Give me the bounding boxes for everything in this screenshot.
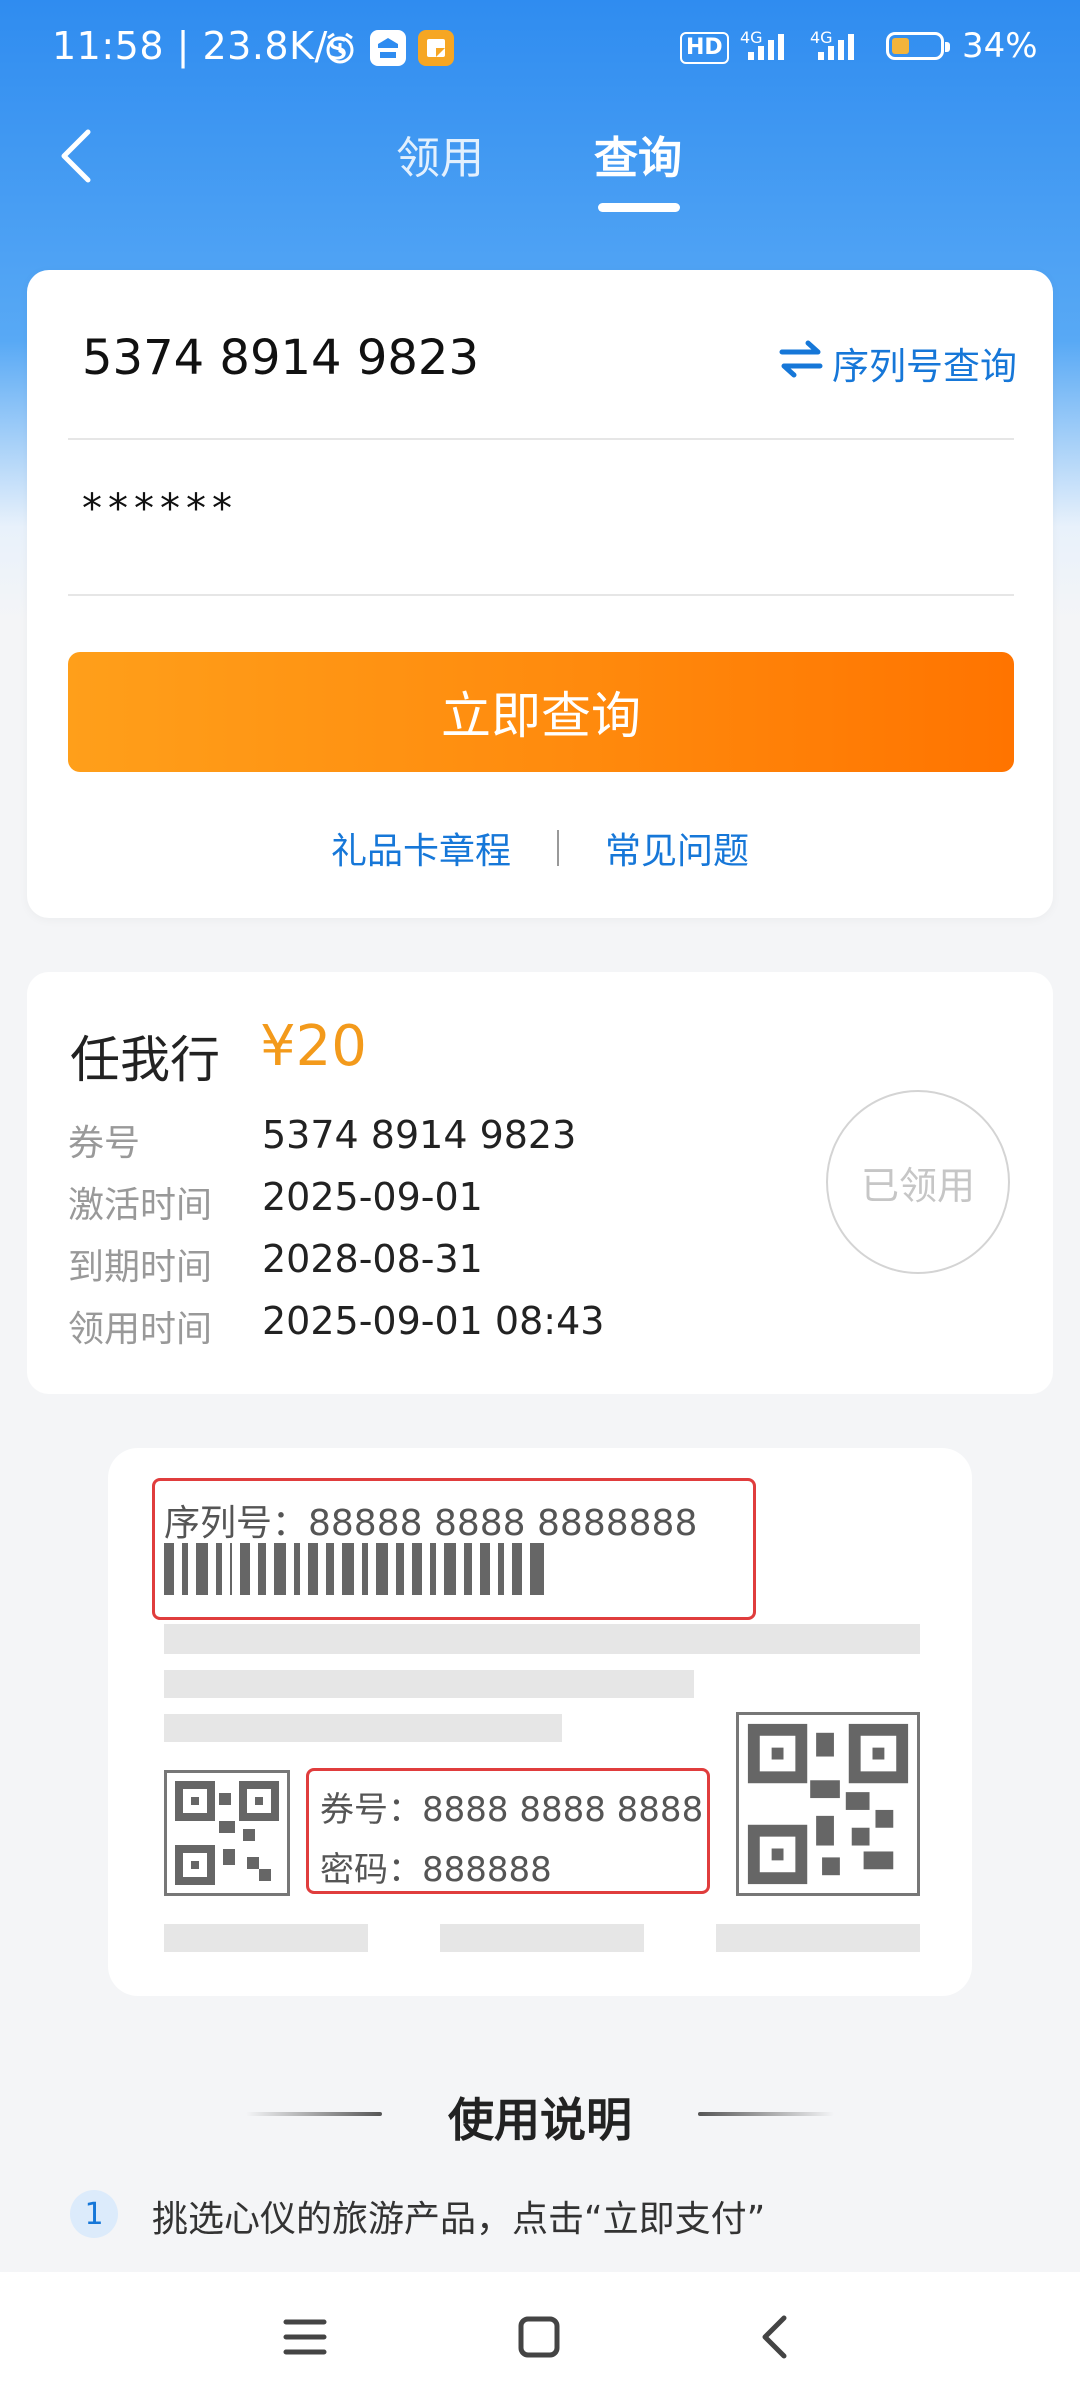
placeholder-bar xyxy=(440,1924,644,1952)
step-number-badge: 1 xyxy=(70,2190,118,2238)
usage-instructions-title: 使用说明 xyxy=(448,2093,632,2147)
app-notification-icon xyxy=(370,30,406,66)
tab-claim[interactable]: 领用 xyxy=(396,122,484,186)
step-text: 挑选心仪的旅游产品，点击“立即支付” xyxy=(152,2199,766,2240)
serial-query-link[interactable]: 序列号查询 xyxy=(778,336,1017,390)
placeholder-bar xyxy=(164,1624,920,1654)
expiry-time-label: 到期时间 xyxy=(68,1247,213,1288)
gift-card-terms-link[interactable]: 礼品卡章程 xyxy=(331,822,511,874)
title-decoration-right xyxy=(698,2112,834,2116)
signal-bars-1-icon xyxy=(748,34,784,60)
swap-arrows-icon xyxy=(778,339,824,388)
faq-link[interactable]: 常见问题 xyxy=(605,822,749,874)
battery-icon xyxy=(886,32,950,60)
claim-time-value: 2025-09-01 08:43 xyxy=(262,1299,605,1343)
card-number-label: 券号 xyxy=(68,1123,141,1164)
expiry-time-value: 2028-08-31 xyxy=(262,1237,483,1281)
alarm-icon xyxy=(322,30,358,66)
help-links: 礼品卡章程 常见问题 xyxy=(0,822,1080,874)
system-navigation-bar xyxy=(0,2272,1080,2400)
serial-query-label: 序列号查询 xyxy=(832,345,1017,388)
barcode-graphic xyxy=(164,1543,544,1595)
claim-time-label: 领用时间 xyxy=(68,1309,213,1350)
card-number-value: 5374 8914 9823 xyxy=(262,1113,577,1157)
illustration-card-number-text: 券号：8888 8888 8888 xyxy=(320,1790,704,1830)
product-title: 任我行 xyxy=(70,1031,220,1089)
small-qr-code-icon xyxy=(164,1770,290,1896)
placeholder-bar xyxy=(716,1924,920,1952)
claimed-status-badge: 已领用 xyxy=(826,1090,1010,1274)
note-app-icon xyxy=(418,30,454,66)
placeholder-bar xyxy=(164,1924,368,1952)
product-price: ¥20 xyxy=(260,1014,367,1079)
active-tab-indicator xyxy=(598,203,680,212)
home-button[interactable] xyxy=(504,2302,574,2372)
large-qr-code-icon xyxy=(736,1712,920,1896)
tab-query[interactable]: 查询 xyxy=(594,122,682,186)
signal-bars-2-icon xyxy=(818,34,854,60)
illustration-serial-text: 序列号：88888 8888 8888888 xyxy=(164,1503,698,1544)
query-now-button[interactable]: 立即查询 xyxy=(68,652,1014,772)
field-divider xyxy=(68,594,1014,596)
link-separator xyxy=(557,830,559,866)
hd-indicator: HD xyxy=(680,32,729,64)
menu-button[interactable] xyxy=(270,2302,340,2372)
back-button[interactable] xyxy=(54,126,102,186)
card-number-input[interactable]: 5374 8914 9823 xyxy=(82,330,479,386)
placeholder-bar xyxy=(164,1670,694,1698)
system-back-button[interactable] xyxy=(740,2302,810,2372)
placeholder-bar xyxy=(164,1714,562,1742)
illustration-password-text: 密码：888888 xyxy=(320,1850,552,1890)
activation-time-value: 2025-09-01 xyxy=(262,1175,483,1219)
status-bar: 11:58 | 23.8K/s HD 4G 4G 34% xyxy=(0,0,1080,104)
battery-percent: 34% xyxy=(962,26,1038,66)
password-input[interactable]: ****** xyxy=(82,486,238,532)
field-divider xyxy=(68,438,1014,440)
status-time: 11:58 | 23.8K/s xyxy=(52,24,349,68)
activation-time-label: 激活时间 xyxy=(68,1185,213,1226)
